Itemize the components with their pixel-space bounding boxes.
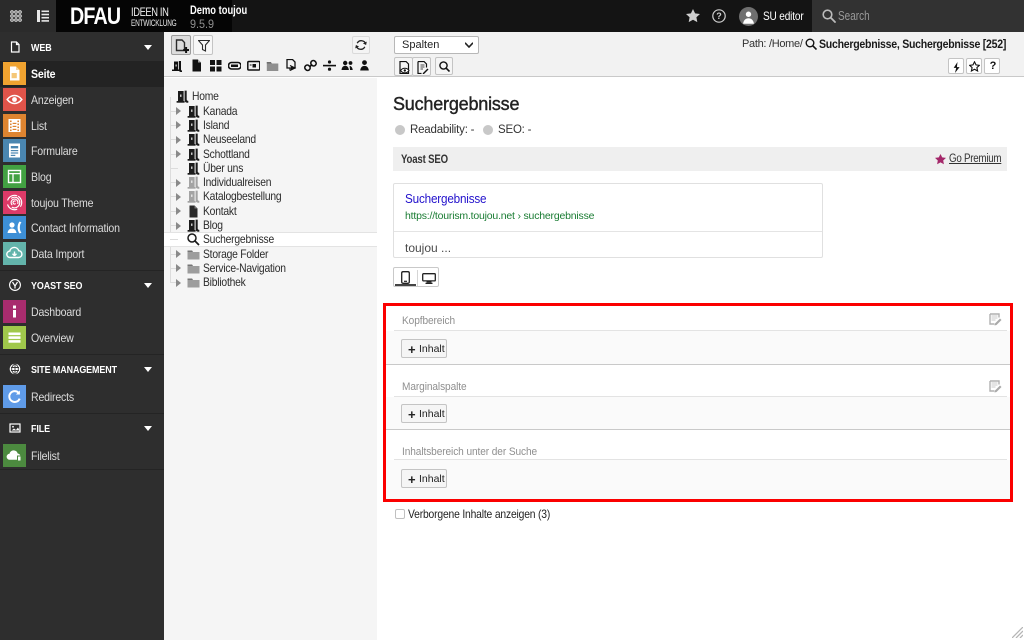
svg-text:?: ? bbox=[716, 11, 722, 21]
